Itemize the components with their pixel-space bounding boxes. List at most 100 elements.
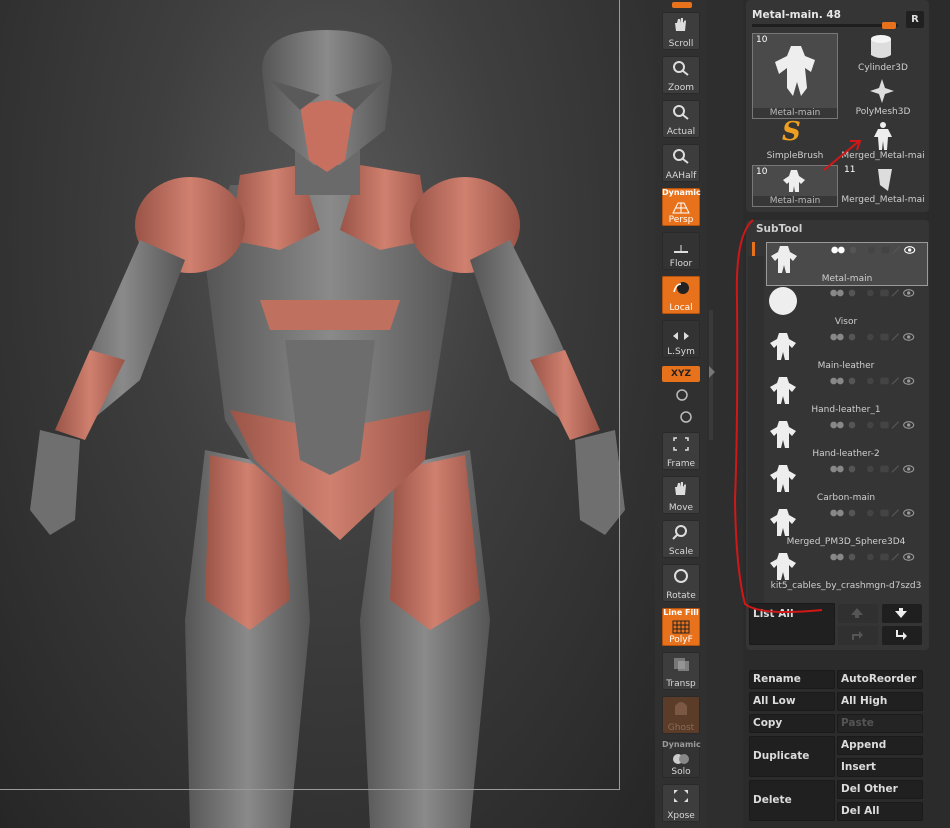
toolbar-handle[interactable] — [672, 2, 692, 8]
chevron-right-icon[interactable] — [708, 365, 716, 379]
autoreorder-button[interactable]: AutoReorder — [837, 670, 923, 689]
subtool-name: Carbon-main — [816, 493, 876, 503]
rotate-y-icon[interactable] — [675, 388, 689, 402]
actual-button[interactable]: Actual — [662, 100, 700, 138]
local-sphere-icon — [673, 282, 689, 294]
actual-label: Actual — [666, 127, 696, 137]
tool-merged-metal-main-2[interactable]: 11 Merged_Metal-mai — [840, 165, 926, 205]
aahalf-button[interactable]: AAHalf — [662, 144, 700, 182]
subtool-header[interactable]: SubTool — [756, 223, 802, 235]
hand-icon — [675, 482, 686, 495]
delete-button[interactable]: Delete — [749, 780, 835, 821]
star-icon — [870, 79, 894, 103]
r-button[interactable]: R — [906, 11, 924, 28]
tool-palette: Metal-main. 48 R 10 Metal-main Cylinder3… — [746, 0, 929, 212]
polyf-button[interactable]: Line Fill PolyF — [662, 608, 700, 646]
local-button[interactable]: Local — [662, 276, 700, 314]
move-up-button[interactable] — [838, 604, 878, 623]
subtool-row[interactable]: Hand-leather_1 — [766, 374, 926, 416]
lsym-button[interactable]: L.Sym — [662, 320, 700, 358]
solo-spheres-icon — [673, 754, 689, 764]
figure-thumbnail-icon — [775, 46, 815, 96]
persp-label: Persp — [668, 215, 694, 225]
current-tool-name: Metal-main. 48 — [752, 9, 841, 21]
rename-button[interactable]: Rename — [749, 670, 835, 689]
ghost-button[interactable]: Ghost — [662, 696, 700, 734]
xpose-button[interactable]: Xpose — [662, 784, 700, 822]
arrow-turn-up-icon — [852, 631, 863, 640]
figure-icon — [874, 122, 892, 150]
insert-button[interactable]: Insert — [837, 758, 923, 777]
subtool-row[interactable]: kit5_cables_by_crashmgn-d7szd3 — [766, 550, 926, 592]
subtool-scroll-track[interactable] — [748, 256, 764, 611]
tool-caption: PolyMesh3D — [855, 107, 911, 117]
lsym-label: L.Sym — [667, 347, 695, 357]
subtool-row[interactable]: Hand-leather-2 — [766, 418, 926, 460]
subtool-thumbnail-icon — [771, 246, 797, 273]
subtool-name: Visor — [834, 317, 858, 327]
rotate-z-icon[interactable] — [679, 410, 693, 424]
magnifier-icon — [673, 105, 689, 120]
subtool-name: Hand-leather_1 — [811, 405, 881, 415]
append-button[interactable]: Append — [837, 736, 923, 755]
zoom-button[interactable]: Zoom — [662, 56, 700, 94]
subtool-row[interactable]: Merged_PM3D_Sphere3D4 — [766, 506, 926, 548]
tool-polymesh3d[interactable]: PolyMesh3D — [840, 77, 926, 117]
move-to-bottom-button[interactable] — [882, 626, 922, 645]
solo-button[interactable]: Dynamic Solo — [662, 740, 701, 778]
tool-cylinder3d[interactable]: Cylinder3D — [840, 33, 926, 73]
floor-button[interactable]: Floor — [662, 232, 700, 270]
move-to-top-button[interactable] — [838, 626, 878, 645]
duplicate-button[interactable]: Duplicate — [749, 736, 835, 777]
frame-label: Frame — [666, 459, 696, 469]
persp-button[interactable]: Dynamic Persp — [662, 188, 701, 226]
move-down-button[interactable] — [882, 604, 922, 623]
tool-merged-metal-main[interactable]: Merged_Metal-mai — [840, 121, 926, 161]
del-all-button[interactable]: Del All — [837, 802, 923, 821]
ghost-icon — [675, 702, 687, 715]
rotate-button[interactable]: Rotate — [662, 564, 700, 602]
tool-caption: Merged_Metal-mai — [841, 195, 925, 205]
subtool-row[interactable]: Metal-main — [766, 242, 928, 286]
tool-slider-handle[interactable] — [882, 22, 896, 29]
subtool-palette: SubTool Metal-main Visor Main-leather Hand-… — [746, 220, 929, 650]
xyz-button[interactable]: XYZ — [662, 366, 700, 382]
frame-button[interactable]: Frame — [662, 432, 700, 470]
subtool-name: kit5_cables_by_crashmgn-d7szd3 — [770, 581, 922, 591]
polyf-label: PolyF — [669, 635, 693, 645]
tool-slider-track[interactable] — [752, 24, 898, 27]
list-all-button[interactable]: List All — [749, 603, 835, 645]
subtool-row[interactable]: Main-leather — [766, 330, 926, 372]
arrow-turn-down-icon — [896, 630, 907, 640]
scale-button[interactable]: Scale — [662, 520, 700, 558]
del-other-button[interactable]: Del Other — [837, 780, 923, 799]
copy-button[interactable]: Copy — [749, 714, 835, 733]
subtool-row[interactable]: Visor — [766, 286, 926, 328]
subtool-thumbnail-icon — [770, 421, 796, 448]
move-button[interactable]: Move — [662, 476, 700, 514]
paste-button[interactable]: Paste — [837, 714, 923, 733]
tool-thumb-metal-main-2[interactable]: 10 Metal-main — [752, 165, 838, 207]
tool-simplebrush[interactable]: S SimpleBrush — [752, 117, 838, 161]
scroll-button[interactable]: Scroll — [662, 12, 700, 50]
all-low-button[interactable]: All Low — [749, 692, 835, 711]
solo-label: Solo — [671, 767, 691, 777]
cylinder-icon — [871, 35, 891, 58]
subtool-name: Merged_PM3D_Sphere3D4 — [786, 537, 906, 547]
all-high-button[interactable]: All High — [837, 692, 923, 711]
polyf-linefill-label: Line Fill — [663, 608, 699, 617]
subtool-row-toggles — [831, 246, 916, 254]
tool-thumb-metal-main[interactable]: 10 Metal-main — [752, 33, 838, 119]
tool-thumb-num: 10 — [756, 35, 768, 45]
aahalf-label: AAHalf — [665, 171, 697, 181]
arrow-down-icon — [895, 608, 907, 618]
view-toolbar: Scroll Zoom Actual AAHalf Dynamic Persp … — [655, 0, 707, 828]
tool-caption: Merged_Metal-mai — [841, 151, 925, 161]
perspective-grid-icon — [672, 202, 690, 214]
transp-button[interactable]: Transp — [662, 652, 700, 690]
subtool-row-toggles — [830, 465, 915, 473]
subtool-row[interactable]: Carbon-main — [766, 462, 926, 504]
subtool-row-toggles — [830, 421, 915, 429]
3d-viewport[interactable] — [0, 0, 655, 828]
local-label: Local — [669, 303, 693, 313]
